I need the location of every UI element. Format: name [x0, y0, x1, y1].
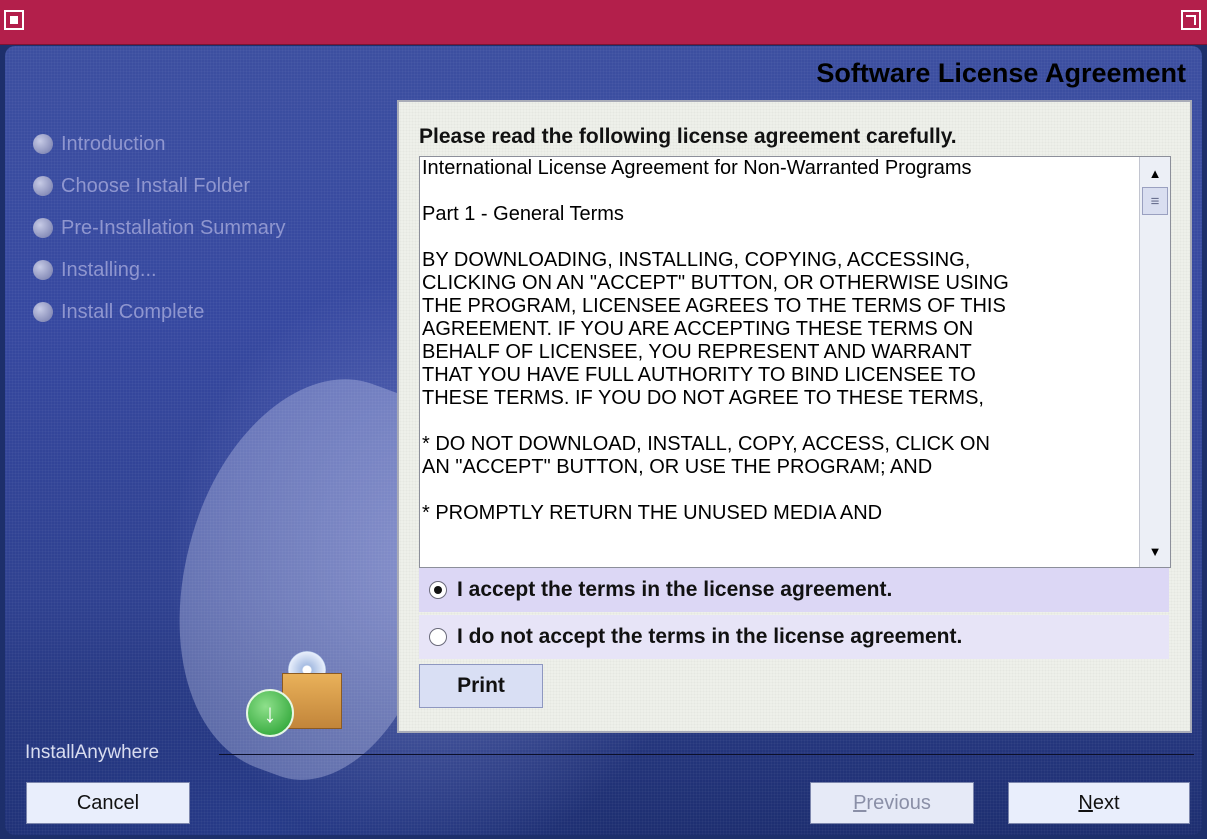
scroll-down-icon[interactable]: ▼ [1142, 537, 1168, 565]
step-choose-install-folder: Choose Install Folder [33, 165, 286, 207]
installer-frame: Software License Agreement Introduction … [5, 46, 1202, 835]
install-box-icon: ↓ [246, 651, 348, 737]
step-pre-installation-summary: Pre-Installation Summary [33, 207, 286, 249]
previous-button[interactable]: Previous [810, 782, 974, 824]
step-label: Choose Install Folder [61, 174, 250, 197]
decline-radio-row[interactable]: I do not accept the terms in the license… [419, 615, 1169, 659]
cancel-button[interactable]: Cancel [26, 782, 190, 824]
step-bullet-icon [33, 302, 53, 322]
decline-label[interactable]: I do not accept the terms in the license… [457, 625, 962, 649]
license-panel: Please read the following license agreem… [397, 100, 1192, 733]
step-introduction: Introduction [33, 123, 286, 165]
license-scrollbar[interactable]: ▲ ≡ ▼ [1139, 157, 1170, 567]
step-bullet-icon [33, 176, 53, 196]
license-textarea[interactable]: International License Agreement for Non-… [419, 156, 1171, 568]
scroll-up-icon[interactable]: ▲ [1142, 159, 1168, 187]
decline-radio[interactable] [429, 628, 447, 646]
step-bullet-icon [33, 218, 53, 238]
scroll-thumb[interactable]: ≡ [1142, 187, 1168, 215]
step-label: Install Complete [61, 300, 205, 323]
print-button[interactable]: Print [419, 664, 543, 708]
accept-radio-row[interactable]: I accept the terms in the license agreem… [419, 568, 1169, 612]
step-bullet-icon [33, 134, 53, 154]
footer-divider [219, 754, 1194, 755]
step-label: Installing... [61, 258, 157, 281]
step-bullet-icon [33, 260, 53, 280]
steps-list: Introduction Choose Install Folder Pre-I… [33, 123, 286, 333]
maximize-icon[interactable] [1181, 10, 1201, 30]
accept-radio[interactable] [429, 581, 447, 599]
window-menu-icon[interactable] [4, 10, 24, 30]
accept-label[interactable]: I accept the terms in the license agreem… [457, 578, 892, 602]
step-installing: Installing... [33, 249, 286, 291]
panel-heading: Please read the following license agreem… [419, 125, 957, 148]
download-arrow-icon: ↓ [246, 689, 294, 737]
step-label: Introduction [61, 132, 166, 155]
brand-label: InstallAnywhere [25, 742, 160, 763]
step-install-complete: Install Complete [33, 291, 286, 333]
title-bar [0, 0, 1207, 45]
next-button[interactable]: Next [1008, 782, 1190, 824]
license-text: International License Agreement for Non-… [422, 157, 1009, 524]
page-title: Software License Agreement [816, 58, 1186, 88]
step-label: Pre-Installation Summary [61, 216, 286, 239]
